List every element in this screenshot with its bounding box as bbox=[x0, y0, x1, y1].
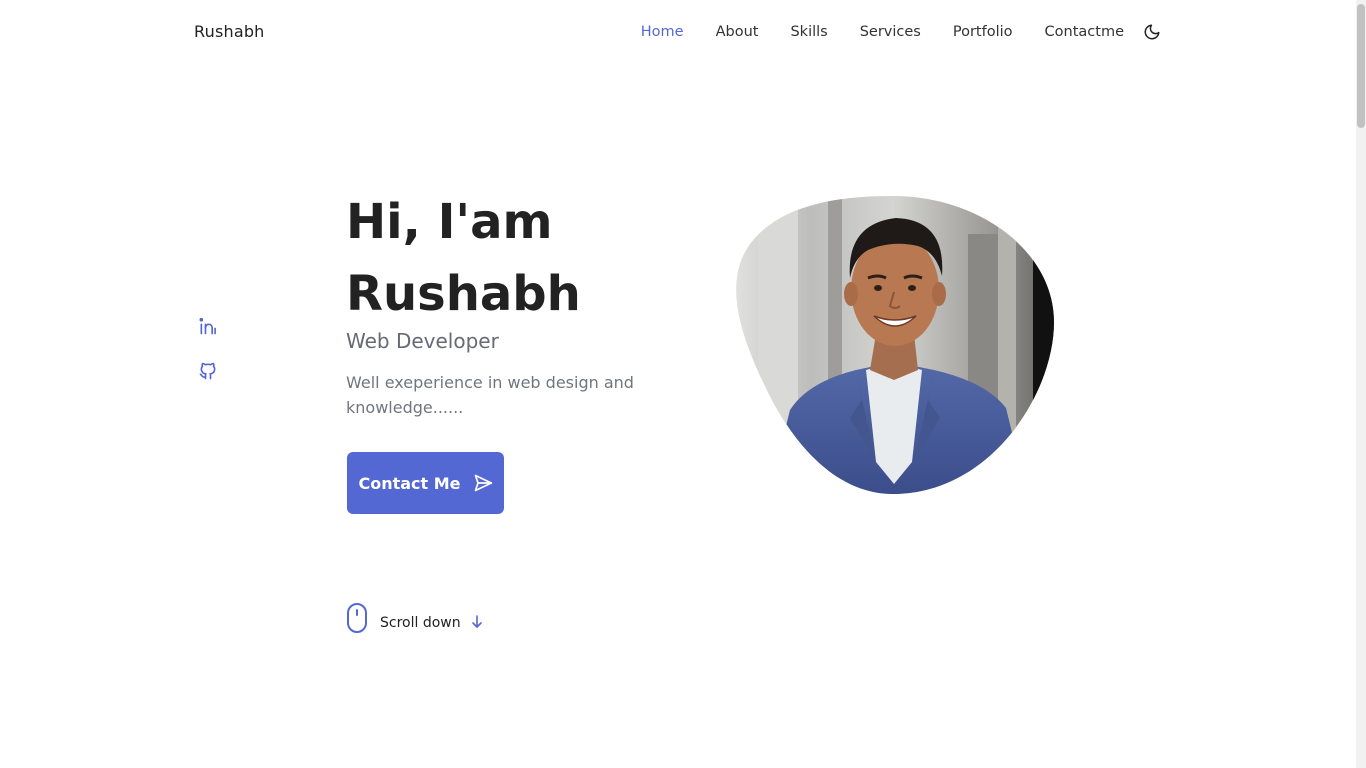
nav-services[interactable]: Services bbox=[860, 22, 921, 42]
nav-portfolio[interactable]: Portfolio bbox=[953, 22, 1013, 42]
contact-me-button[interactable]: Contact Me bbox=[347, 452, 504, 514]
nav-skills[interactable]: Skills bbox=[790, 22, 827, 42]
hero-title-line1: Hi, I'am bbox=[346, 194, 553, 250]
logo[interactable]: Rushabh bbox=[194, 22, 265, 41]
header: Rushabh Home About Skills Services Portf… bbox=[0, 0, 1356, 64]
mouse-icon bbox=[347, 603, 367, 633]
nav-home[interactable]: Home bbox=[641, 22, 684, 42]
scrollbar-thumb[interactable] bbox=[1357, 4, 1365, 128]
contact-me-label: Contact Me bbox=[358, 473, 461, 493]
linkedin-icon bbox=[199, 317, 216, 335]
page-scrollbar[interactable] bbox=[1356, 0, 1366, 768]
nav-contactme[interactable]: Contactme bbox=[1045, 22, 1124, 42]
github-icon bbox=[199, 362, 216, 380]
hero-title-name: Rushabh bbox=[346, 266, 581, 322]
hero-title: Hi, I'am Rushabh bbox=[346, 186, 686, 330]
send-icon bbox=[474, 474, 492, 492]
arrow-down-icon bbox=[471, 615, 482, 628]
page: Rushabh Home About Skills Services Portf… bbox=[0, 0, 1366, 768]
moon-icon bbox=[1144, 24, 1160, 40]
scroll-down-label: Scroll down bbox=[380, 614, 461, 631]
main-nav: Home About Skills Services Portfolio Con… bbox=[641, 22, 1162, 42]
github-link[interactable] bbox=[198, 361, 220, 383]
nav-about[interactable]: About bbox=[716, 22, 759, 42]
hero-description: Well exeperience in web design and knowl… bbox=[346, 373, 634, 417]
profile-photo bbox=[736, 196, 1054, 494]
theme-toggle-button[interactable] bbox=[1142, 22, 1162, 42]
scroll-down-button[interactable]: Scroll down bbox=[346, 602, 483, 634]
social-links bbox=[198, 316, 220, 406]
hero-subtitle: Web Developer bbox=[346, 329, 499, 353]
linkedin-link[interactable] bbox=[198, 316, 220, 338]
